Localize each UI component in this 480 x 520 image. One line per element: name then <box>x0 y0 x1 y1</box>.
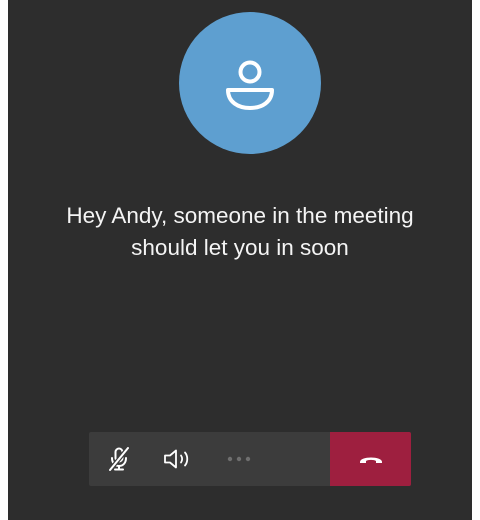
mute-button[interactable] <box>89 432 149 486</box>
person-icon <box>226 60 274 110</box>
lobby-message-line-1: Hey Andy, someone in the meeting <box>66 203 414 228</box>
hang-up-icon <box>359 457 382 463</box>
speaker-button[interactable] <box>149 432 209 486</box>
lobby-message-line-2: should let you in soon <box>131 235 349 260</box>
microphone-muted-icon <box>108 446 130 472</box>
speaker-icon <box>164 449 189 469</box>
lobby-wait-message: Hey Andy, someone in the meeting should … <box>8 200 472 264</box>
more-options-button[interactable] <box>209 432 269 486</box>
call-control-bar <box>89 432 411 486</box>
avatar <box>179 12 321 154</box>
more-options-icon <box>227 456 251 462</box>
prejoin-lobby-screen: Hey Andy, someone in the meeting should … <box>8 0 472 520</box>
hang-up-button[interactable] <box>330 432 411 486</box>
